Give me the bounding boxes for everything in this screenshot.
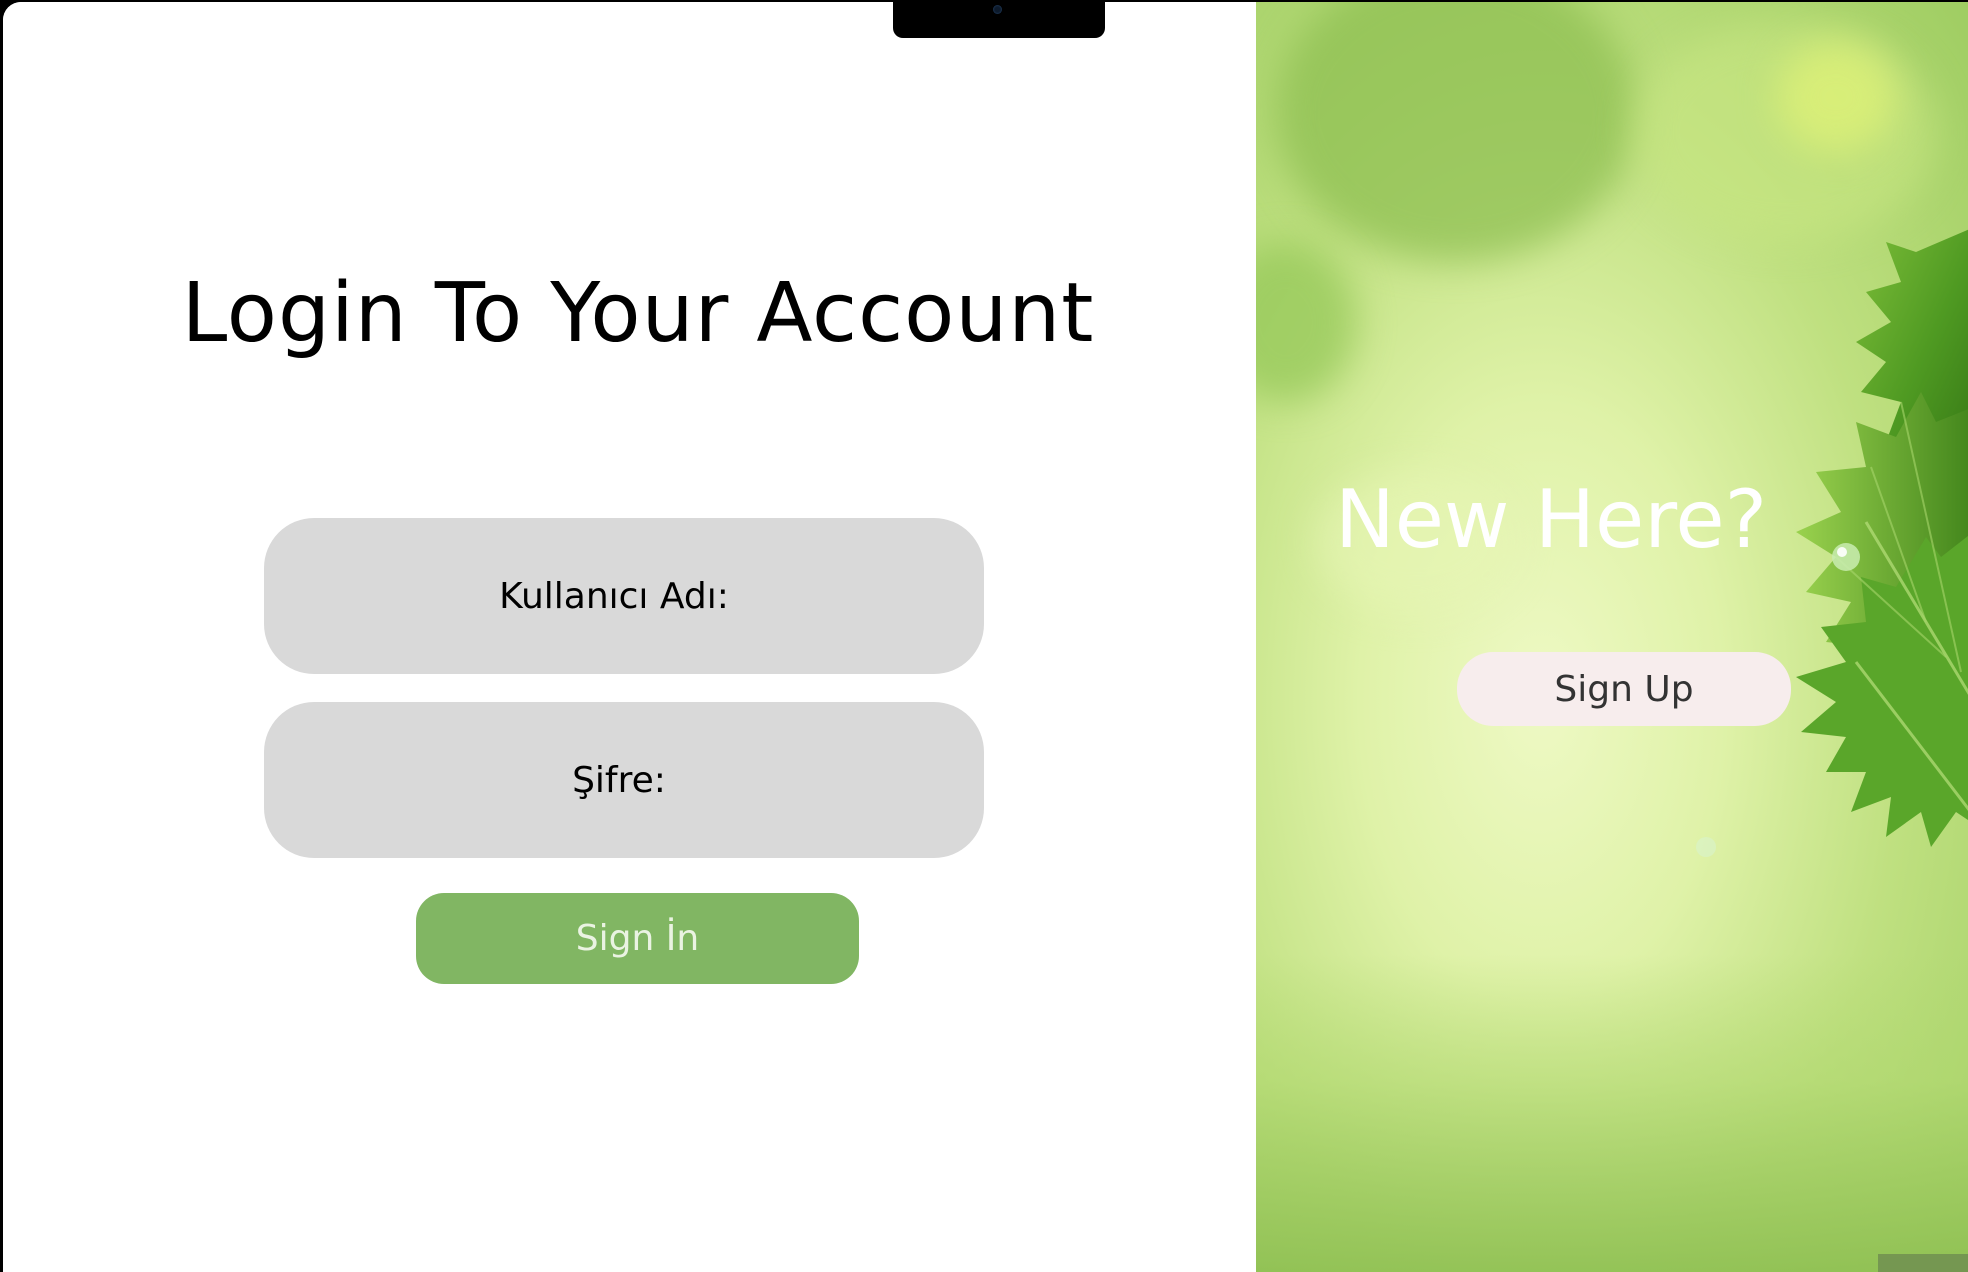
camera-notch [893,2,1105,38]
bokeh-light [1256,242,1356,402]
password-label: Şifre: [572,759,666,801]
corner-tab [1878,1254,1968,1272]
camera-icon [993,5,1002,14]
login-panel: Login To Your Account Kullanıcı Adı: Şif… [3,2,1256,1272]
app-window: Login To Your Account Kullanıcı Adı: Şif… [3,2,1968,1272]
bokeh-light [1276,2,1636,262]
signup-panel: New Here? Sign Up [1256,2,1968,1272]
signup-heading: New Here? [1334,473,1768,566]
password-field[interactable]: Şifre: [264,702,984,858]
username-field[interactable]: Kullanıcı Adı: [264,518,984,674]
login-title: Login To Your Account [181,266,1095,361]
bokeh-light [1636,22,1936,242]
username-label: Kullanıcı Adı: [499,575,729,617]
bokeh-light [1776,42,1896,152]
sign-in-button[interactable]: Sign İn [416,893,859,984]
sign-up-button[interactable]: Sign Up [1457,652,1791,726]
